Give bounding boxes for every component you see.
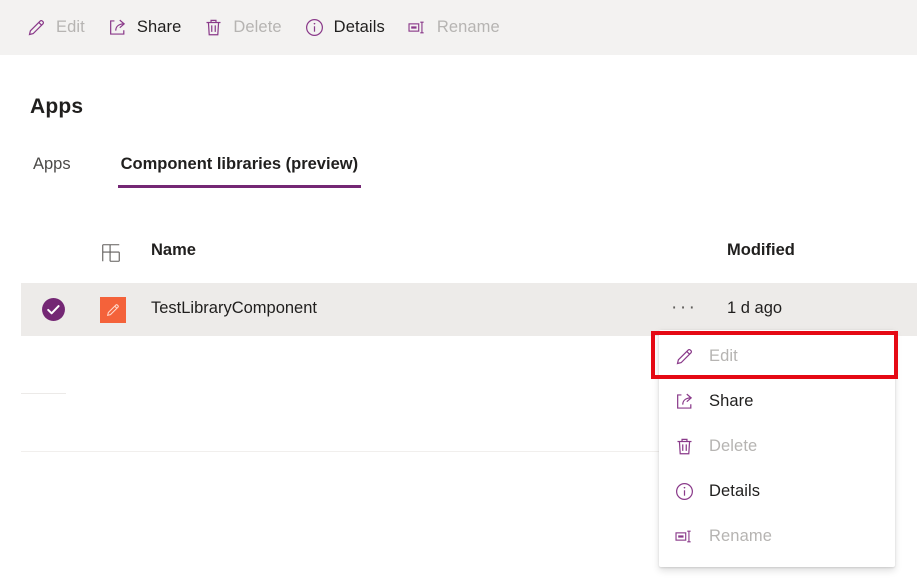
pencil-icon xyxy=(26,17,47,38)
trash-icon xyxy=(674,436,695,457)
column-header-modified[interactable]: Modified xyxy=(727,241,795,260)
command-bar: Edit Share Delete Details Rename xyxy=(0,0,917,55)
pencil-app-icon xyxy=(100,297,126,323)
share-icon xyxy=(107,17,128,38)
tab-apps-label: Apps xyxy=(33,155,71,173)
tab-apps[interactable]: Apps xyxy=(30,155,74,188)
trash-icon xyxy=(203,17,224,38)
page-title: Apps xyxy=(30,95,84,118)
context-menu-share-label: Share xyxy=(709,392,754,410)
row-modified-label: 1 d ago xyxy=(727,299,783,317)
column-header-name[interactable]: Name xyxy=(151,241,196,260)
list-header: Name Modified xyxy=(0,233,917,275)
tab-component-libraries-label: Component libraries (preview) xyxy=(120,155,359,173)
pencil-icon xyxy=(674,346,695,367)
context-menu-edit-label: Edit xyxy=(709,347,738,365)
command-delete-label: Delete xyxy=(233,18,282,36)
row-name-label[interactable]: TestLibraryComponent xyxy=(151,299,317,318)
context-menu-delete-label: Delete xyxy=(709,437,758,455)
command-edit-button[interactable]: Edit xyxy=(26,8,85,48)
pivot-tabs: Apps Component libraries (preview) xyxy=(30,155,405,188)
info-icon xyxy=(304,17,325,38)
tab-component-libraries[interactable]: Component libraries (preview) xyxy=(117,155,362,188)
context-menu: Edit Share Delete Details Rename xyxy=(659,330,895,567)
context-menu-details-label: Details xyxy=(709,482,761,500)
info-icon xyxy=(674,481,695,502)
command-delete-button[interactable]: Delete xyxy=(203,8,282,48)
list-divider-short xyxy=(21,393,66,394)
command-details-button[interactable]: Details xyxy=(304,8,385,48)
context-menu-item-rename[interactable]: Rename xyxy=(659,514,895,559)
command-rename-button[interactable]: Rename xyxy=(407,8,500,48)
command-share-button[interactable]: Share xyxy=(107,8,182,48)
context-menu-item-delete[interactable]: Delete xyxy=(659,424,895,469)
rename-icon xyxy=(674,526,695,547)
component-grid-icon xyxy=(100,242,122,264)
context-menu-rename-label: Rename xyxy=(709,527,772,545)
table-row[interactable]: TestLibraryComponent ··· 1 d ago xyxy=(21,283,917,336)
command-rename-label: Rename xyxy=(436,18,500,36)
share-icon xyxy=(674,391,695,412)
check-circle-icon[interactable] xyxy=(41,297,66,322)
rename-icon xyxy=(407,17,428,38)
context-menu-item-edit[interactable]: Edit xyxy=(659,334,895,379)
command-share-label: Share xyxy=(136,18,182,36)
context-menu-item-share[interactable]: Share xyxy=(659,379,895,424)
row-overflow-menu-button[interactable]: ··· xyxy=(671,298,697,318)
command-edit-label: Edit xyxy=(56,18,85,36)
list-divider-long xyxy=(21,451,661,452)
command-details-label: Details xyxy=(333,18,385,36)
context-menu-item-details[interactable]: Details xyxy=(659,469,895,514)
